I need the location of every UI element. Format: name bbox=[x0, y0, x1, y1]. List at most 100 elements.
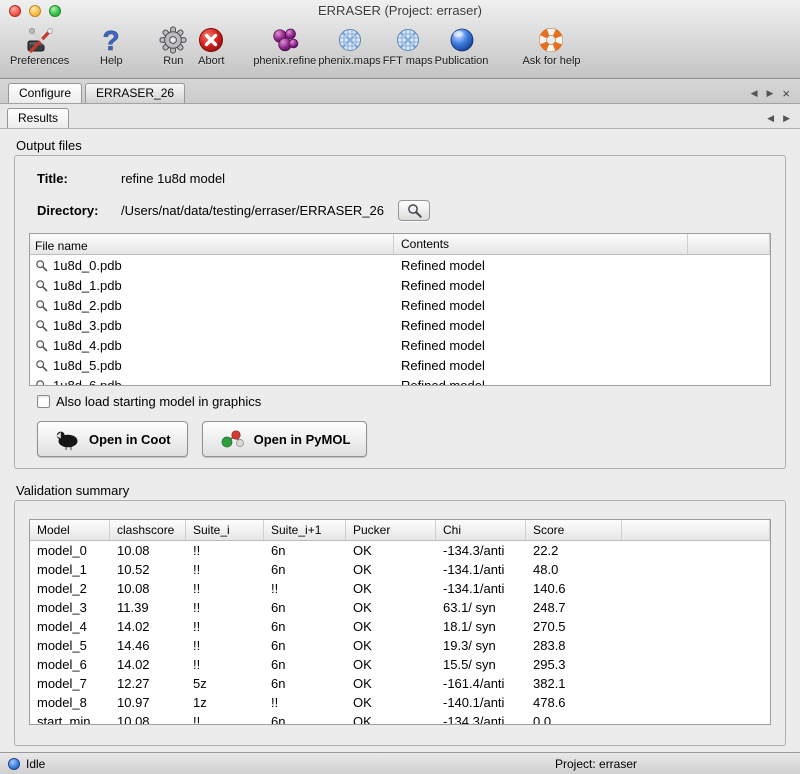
validation-row[interactable]: model_4 14.02 !! 6n OK 18.1/ syn 270.5 bbox=[30, 617, 770, 636]
lifebuoy-icon bbox=[535, 24, 567, 55]
file-contents: Refined model bbox=[394, 258, 688, 273]
column-header-suite-i[interactable]: Suite_i bbox=[186, 520, 264, 540]
toolbar-button-preferences[interactable]: Preferences bbox=[10, 24, 69, 67]
cell-chi: -161.4/anti bbox=[436, 676, 526, 691]
cell-model: model_8 bbox=[30, 695, 110, 710]
cell-chi: 19.3/ syn bbox=[436, 638, 526, 653]
cell-pucker: OK bbox=[346, 562, 436, 577]
cell-pucker: OK bbox=[346, 581, 436, 596]
cell-suite-i: !! bbox=[186, 562, 264, 577]
output-files-groupbox: Title: refine 1u8d model Directory: /Use… bbox=[14, 155, 786, 469]
browse-directory-button[interactable] bbox=[398, 200, 430, 221]
magnifier-icon bbox=[35, 359, 48, 372]
file-name: 1u8d_3.pdb bbox=[53, 318, 122, 333]
file-row[interactable]: 1u8d_6.pdb Refined model bbox=[30, 375, 770, 386]
minimize-window-button[interactable] bbox=[29, 5, 41, 17]
cell-pucker: OK bbox=[346, 676, 436, 691]
directory-value: /Users/nat/data/testing/erraser/ERRASER_… bbox=[121, 203, 384, 218]
cell-suite-i1: 6n bbox=[264, 543, 346, 558]
validation-row[interactable]: model_2 10.08 !! !! OK -134.1/anti 140.6 bbox=[30, 579, 770, 598]
phenix-refine-icon bbox=[269, 24, 301, 55]
tab-close-icon[interactable]: × bbox=[782, 89, 790, 98]
column-header-contents[interactable]: Contents bbox=[394, 234, 688, 254]
cell-clashscore: 14.02 bbox=[110, 657, 186, 672]
subtab-scroll-left-icon[interactable]: ◀ bbox=[767, 113, 774, 124]
validation-row[interactable]: start_min 10.08 !! 6n OK -134.3/anti 0.0 bbox=[30, 712, 770, 725]
cell-score: 140.6 bbox=[526, 581, 622, 596]
validation-row[interactable]: model_3 11.39 !! 6n OK 63.1/ syn 248.7 bbox=[30, 598, 770, 617]
file-row[interactable]: 1u8d_4.pdb Refined model bbox=[30, 335, 770, 355]
tab-erraser-26[interactable]: ERRASER_26 bbox=[85, 83, 185, 103]
publication-globe-icon bbox=[446, 24, 478, 55]
cell-pucker: OK bbox=[346, 619, 436, 634]
tab-configure[interactable]: Configure bbox=[8, 83, 82, 103]
validation-row[interactable]: model_1 10.52 !! 6n OK -134.1/anti 48.0 bbox=[30, 560, 770, 579]
cell-suite-i: !! bbox=[186, 657, 264, 672]
cell-suite-i1: 6n bbox=[264, 676, 346, 691]
cell-pucker: OK bbox=[346, 638, 436, 653]
tab-results[interactable]: Results bbox=[7, 108, 69, 128]
validation-row[interactable]: model_7 12.27 5z 6n OK -161.4/anti 382.1 bbox=[30, 674, 770, 693]
toolbar-button-phenix-maps[interactable]: phenix.maps bbox=[318, 24, 380, 67]
validation-row[interactable]: model_0 10.08 !! 6n OK -134.3/anti 22.2 bbox=[30, 541, 770, 560]
cell-chi: 63.1/ syn bbox=[436, 600, 526, 615]
column-header-suite-i1[interactable]: Suite_i+1 bbox=[264, 520, 346, 540]
column-header-chi[interactable]: Chi bbox=[436, 520, 526, 540]
toolbar-button-phenix-refine[interactable]: phenix.refine bbox=[253, 24, 316, 67]
cell-suite-i1: !! bbox=[264, 695, 346, 710]
cell-suite-i1: 6n bbox=[264, 562, 346, 577]
cell-pucker: OK bbox=[346, 543, 436, 558]
validation-row[interactable]: model_8 10.97 1z !! OK -140.1/anti 478.6 bbox=[30, 693, 770, 712]
column-header-pucker[interactable]: Pucker bbox=[346, 520, 436, 540]
validation-groupbox: Model clashscore Suite_i Suite_i+1 Pucke… bbox=[14, 500, 786, 746]
cell-pucker: OK bbox=[346, 695, 436, 710]
status-left: Idle bbox=[8, 757, 45, 771]
file-list-header: File name Contents bbox=[30, 234, 770, 255]
validation-row[interactable]: model_5 14.46 !! 6n OK 19.3/ syn 283.8 bbox=[30, 636, 770, 655]
load-starting-model-checkbox[interactable] bbox=[37, 395, 50, 408]
load-starting-model-row: Also load starting model in graphics bbox=[37, 394, 771, 409]
column-header-score[interactable]: Score bbox=[526, 520, 622, 540]
column-header-clashscore[interactable]: clashscore bbox=[110, 520, 186, 540]
directory-row: Directory: /Users/nat/data/testing/erras… bbox=[37, 199, 771, 221]
file-row[interactable]: 1u8d_5.pdb Refined model bbox=[30, 355, 770, 375]
open-in-coot-button[interactable]: Open in Coot bbox=[37, 421, 188, 457]
cell-model: model_5 bbox=[30, 638, 110, 653]
toolbar-button-run[interactable]: Run bbox=[157, 24, 189, 67]
toolbar-label: phenix.refine bbox=[253, 55, 316, 67]
close-window-button[interactable] bbox=[9, 5, 21, 17]
open-in-pymol-button[interactable]: Open in PyMOL bbox=[202, 421, 368, 457]
toolbar-button-help[interactable]: ? Help bbox=[95, 24, 127, 67]
magnifier-icon bbox=[35, 339, 48, 352]
file-contents: Refined model bbox=[394, 318, 688, 333]
toolbar-label: Run bbox=[163, 55, 183, 67]
toolbar-label: Help bbox=[100, 55, 123, 67]
column-header-file-name[interactable]: File name bbox=[30, 234, 394, 254]
title-bar[interactable]: ERRASER (Project: erraser) bbox=[0, 0, 800, 22]
column-header-model[interactable]: Model bbox=[30, 520, 110, 540]
toolbar-button-publication[interactable]: Publication bbox=[435, 24, 489, 67]
file-name: 1u8d_5.pdb bbox=[53, 358, 122, 373]
cell-score: 295.3 bbox=[526, 657, 622, 672]
file-row[interactable]: 1u8d_3.pdb Refined model bbox=[30, 315, 770, 335]
column-header-empty[interactable] bbox=[688, 234, 770, 254]
phenix-maps-icon bbox=[334, 24, 366, 55]
file-contents: Refined model bbox=[394, 358, 688, 373]
cell-score: 478.6 bbox=[526, 695, 622, 710]
subtab-scroll-right-icon[interactable]: ▶ bbox=[783, 113, 790, 124]
toolbar-button-ask-for-help[interactable]: Ask for help bbox=[522, 24, 580, 67]
tab-scroll-right-icon[interactable]: ▶ bbox=[766, 88, 773, 99]
cell-suite-i1: 6n bbox=[264, 600, 346, 615]
file-row[interactable]: 1u8d_2.pdb Refined model bbox=[30, 295, 770, 315]
fft-maps-icon bbox=[392, 24, 424, 55]
file-row[interactable]: 1u8d_1.pdb Refined model bbox=[30, 275, 770, 295]
toolbar-button-abort[interactable]: Abort bbox=[195, 24, 227, 67]
file-row[interactable]: 1u8d_0.pdb Refined model bbox=[30, 255, 770, 275]
validation-row[interactable]: model_6 14.02 !! 6n OK 15.5/ syn 295.3 bbox=[30, 655, 770, 674]
magnifier-icon bbox=[35, 379, 48, 387]
tab-scroll-left-icon[interactable]: ◀ bbox=[751, 88, 758, 99]
file-list-body: 1u8d_0.pdb Refined model bbox=[30, 255, 770, 386]
zoom-window-button[interactable] bbox=[49, 5, 61, 17]
toolbar-button-fft-maps[interactable]: FFT maps bbox=[383, 24, 433, 67]
load-starting-model-label: Also load starting model in graphics bbox=[56, 394, 261, 409]
